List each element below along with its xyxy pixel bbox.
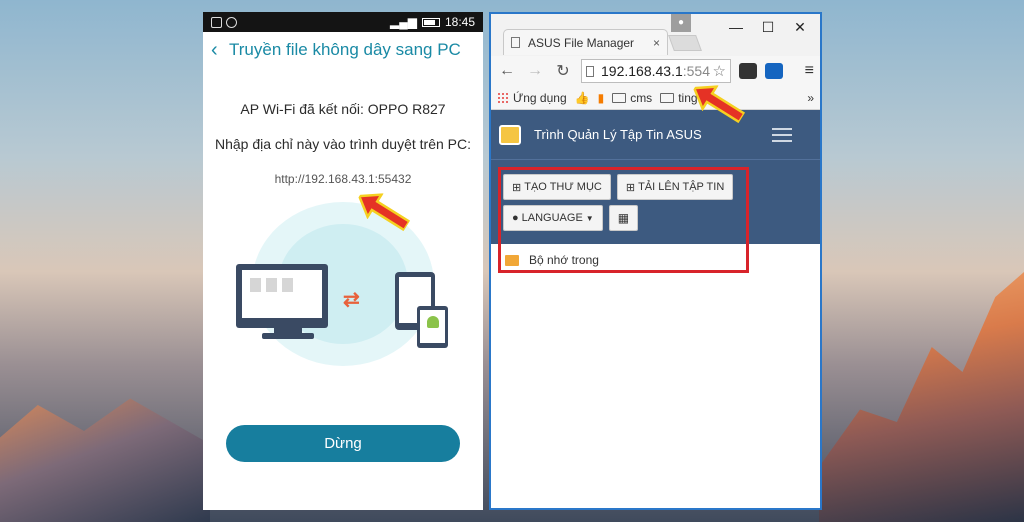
connected-ap-label: AP Wi-Fi đã kết nối: OPPO R827 xyxy=(240,101,446,117)
page-title: Truyền file không dây sang PC xyxy=(229,40,461,59)
phone-header: ‹ Truyền file không dây sang PC xyxy=(203,32,483,68)
back-chevron-icon[interactable]: ‹ xyxy=(211,40,229,60)
stop-button[interactable]: Dừng xyxy=(226,425,460,462)
phone-screen: ▂▄▆ 18:45 ‹ Truyền file không dây sang P… xyxy=(203,12,483,510)
apps-icon xyxy=(497,91,509,104)
notification-icon xyxy=(211,16,222,28)
page-icon xyxy=(586,65,594,77)
bookmarks-bar: Ứng dụng 👍 ▮ cms ting » xyxy=(491,86,820,110)
address-host: 192.168.43.1 xyxy=(601,63,683,79)
signal-icon: ▂▄▆ xyxy=(390,15,417,29)
monitor-base xyxy=(262,333,314,339)
hotspot-icon xyxy=(226,16,237,28)
close-window-button[interactable]: ✕ xyxy=(784,16,816,38)
bookmarks-overflow-icon[interactable]: » xyxy=(807,91,814,105)
instruction-label: Nhập địa chỉ này vào trình duyệt trên PC… xyxy=(214,136,472,152)
status-right: ▂▄▆ 18:45 xyxy=(390,15,475,29)
hamburger-menu-icon[interactable] xyxy=(772,127,792,142)
android-icon xyxy=(427,316,439,328)
back-arrow-icon[interactable]: ← xyxy=(497,62,517,80)
extension-icon[interactable] xyxy=(739,63,757,79)
status-time: 18:45 xyxy=(444,15,475,29)
reload-icon[interactable]: ↻ xyxy=(553,61,573,81)
battery-icon xyxy=(421,17,440,27)
highlight-box xyxy=(498,167,749,273)
bookmark-cms[interactable]: cms xyxy=(612,91,652,105)
folder-logo-icon xyxy=(499,124,521,145)
status-bar: ▂▄▆ 18:45 xyxy=(203,12,483,32)
thumbs-up-icon: 👍 xyxy=(574,90,590,105)
bookmark-like[interactable]: 👍 xyxy=(575,91,590,105)
server-url: http://192.168.43.1:55432 xyxy=(274,172,412,186)
menu-icon[interactable]: ≡ xyxy=(805,62,814,80)
browser-chrome: ● ASUS File Manager × — ☐ ✕ ← → ↻ 192.16… xyxy=(491,14,820,86)
transfer-arrows-icon: ⇄ xyxy=(343,289,360,311)
analytics-icon: ▮ xyxy=(597,90,605,105)
background-mountain-left xyxy=(0,398,210,522)
folder-icon xyxy=(612,92,627,103)
maximize-button[interactable]: ☐ xyxy=(752,16,784,38)
monitor-screen xyxy=(242,270,322,318)
extension-icon[interactable] xyxy=(765,63,783,79)
bookmark-analytics[interactable]: ▮ xyxy=(598,91,605,105)
bookmark-apps[interactable]: Ứng dụng xyxy=(497,91,567,105)
forward-arrow-icon[interactable]: → xyxy=(525,62,545,80)
minimize-button[interactable]: — xyxy=(720,16,752,38)
document-icon xyxy=(266,278,277,292)
bookmark-label: cms xyxy=(630,90,653,105)
transfer-illustration: ⇄ xyxy=(236,202,448,366)
tab-close-icon[interactable]: × xyxy=(653,36,660,50)
document-icon xyxy=(250,278,261,292)
new-tab-button[interactable] xyxy=(668,35,702,51)
window-controls: — ☐ ✕ xyxy=(720,16,816,38)
app-header: Trình Quản Lý Tập Tin ASUS xyxy=(491,110,820,159)
folder-icon xyxy=(660,92,675,103)
tab-title: ASUS File Manager xyxy=(528,35,635,50)
app-title: Trình Quản Lý Tập Tin ASUS xyxy=(534,127,702,142)
bookmark-label: Ứng dụng xyxy=(513,90,567,105)
profile-icon[interactable]: ● xyxy=(671,14,691,32)
document-icon xyxy=(282,278,293,292)
bookmark-star-icon[interactable]: ☆ xyxy=(713,62,726,80)
browser-toolbar: ← → ↻ 192.168.43.1:554 ☆ ≡ xyxy=(491,56,820,86)
background-mountain-right xyxy=(819,272,1024,522)
page-icon xyxy=(511,37,520,48)
monitor-icon xyxy=(236,264,328,328)
browser-tab[interactable]: ASUS File Manager × xyxy=(503,29,668,55)
address-port: :554 xyxy=(682,63,710,79)
status-icons xyxy=(211,16,237,28)
